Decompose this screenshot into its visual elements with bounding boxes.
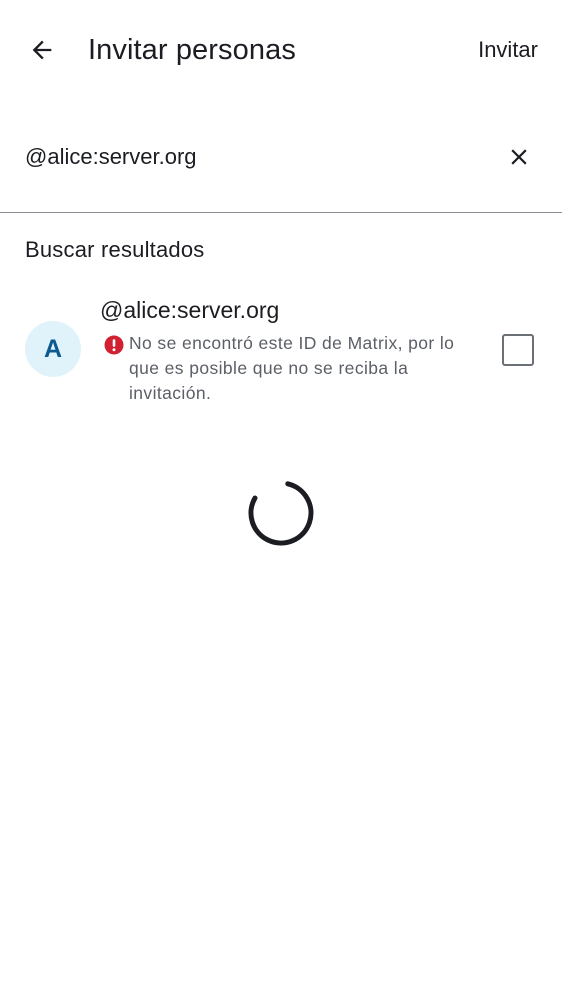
clear-search-button[interactable]	[494, 132, 544, 182]
close-icon	[511, 149, 527, 165]
loading-spinner	[248, 481, 314, 546]
search-field-row	[0, 118, 562, 196]
top-app-bar: Invitar personas Invitar	[0, 0, 562, 100]
avatar: A	[25, 321, 81, 377]
search-input[interactable]	[25, 138, 485, 176]
result-user-id: @alice:server.org	[100, 297, 280, 323]
back-button[interactable]	[18, 26, 66, 74]
search-result-item[interactable]: A @alice:server.org No se encontró este …	[0, 288, 562, 414]
result-error-message: No se encontró este ID de Matrix, por lo…	[129, 333, 455, 403]
invite-people-screen: Invitar personas Invitar Buscar resultad…	[0, 0, 562, 1000]
invite-button[interactable]: Invitar	[478, 30, 538, 70]
search-results-header: Buscar resultados	[25, 237, 205, 262]
error-icon	[104, 335, 124, 355]
search-divider	[0, 212, 562, 213]
arrow-left-icon	[32, 40, 52, 60]
select-checkbox[interactable]	[502, 334, 534, 366]
page-title: Invitar personas	[88, 34, 296, 66]
